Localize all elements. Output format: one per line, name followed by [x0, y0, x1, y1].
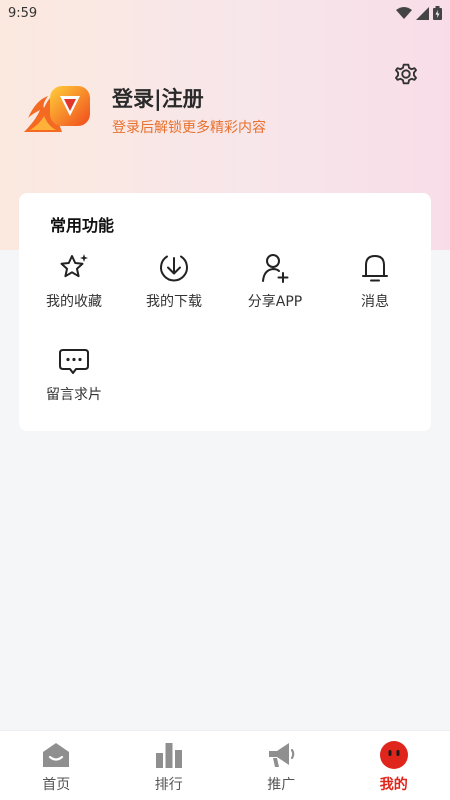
tab-home[interactable]: 首页	[0, 731, 113, 800]
signal-icon	[416, 6, 429, 20]
status-bar: 9:59	[0, 0, 450, 26]
login-register-link[interactable]: 登录|注册	[112, 83, 266, 113]
message-icon	[59, 349, 89, 374]
download-icon	[160, 255, 188, 282]
profile-section[interactable]: 登录|注册 登录后解锁更多精彩内容	[22, 80, 266, 140]
tab-label: 首页	[42, 777, 71, 793]
megaphone-icon	[269, 743, 295, 767]
feature-label: 消息	[361, 294, 389, 310]
feature-label: 我的收藏	[46, 294, 102, 310]
feature-share-app[interactable]: 分享APP	[225, 251, 325, 311]
card-title: 常用功能	[50, 216, 115, 235]
status-icons	[396, 6, 442, 20]
feature-messages[interactable]: 消息	[325, 251, 425, 311]
status-time: 9:59	[8, 5, 38, 21]
login-subtitle: 登录后解锁更多精彩内容	[112, 120, 266, 136]
battery-icon	[433, 6, 442, 20]
feature-favorites[interactable]: 我的收藏	[24, 251, 124, 311]
feature-label: 我的下载	[146, 294, 202, 310]
face-icon	[379, 741, 408, 769]
tab-label: 排行	[154, 777, 183, 793]
tab-ranking[interactable]: 排行	[113, 731, 226, 800]
bottom-tab-bar: 首页 排行 推广 我的	[0, 730, 450, 800]
tab-mine[interactable]: 我的	[338, 731, 450, 800]
star-icon	[60, 254, 88, 278]
share-user-icon	[262, 254, 289, 283]
feature-downloads[interactable]: 我的下载	[124, 251, 224, 311]
wifi-icon	[396, 6, 412, 19]
tab-label: 我的	[379, 777, 408, 793]
tab-label: 推广	[267, 777, 296, 793]
feature-request-movie[interactable]: 留言求片	[24, 344, 124, 404]
feature-label: 留言求片	[46, 387, 102, 403]
feature-label: 分享APP	[247, 294, 303, 310]
common-functions-card: 常用功能 我的收藏 我的下载 分享APP 消息 留言求片	[19, 193, 431, 431]
settings-gear-icon[interactable]	[392, 60, 420, 88]
app-logo-icon	[24, 86, 90, 132]
home-icon	[43, 743, 70, 767]
tab-promote[interactable]: 推广	[225, 731, 338, 800]
ranking-icon	[155, 743, 182, 768]
bell-icon	[362, 255, 388, 282]
